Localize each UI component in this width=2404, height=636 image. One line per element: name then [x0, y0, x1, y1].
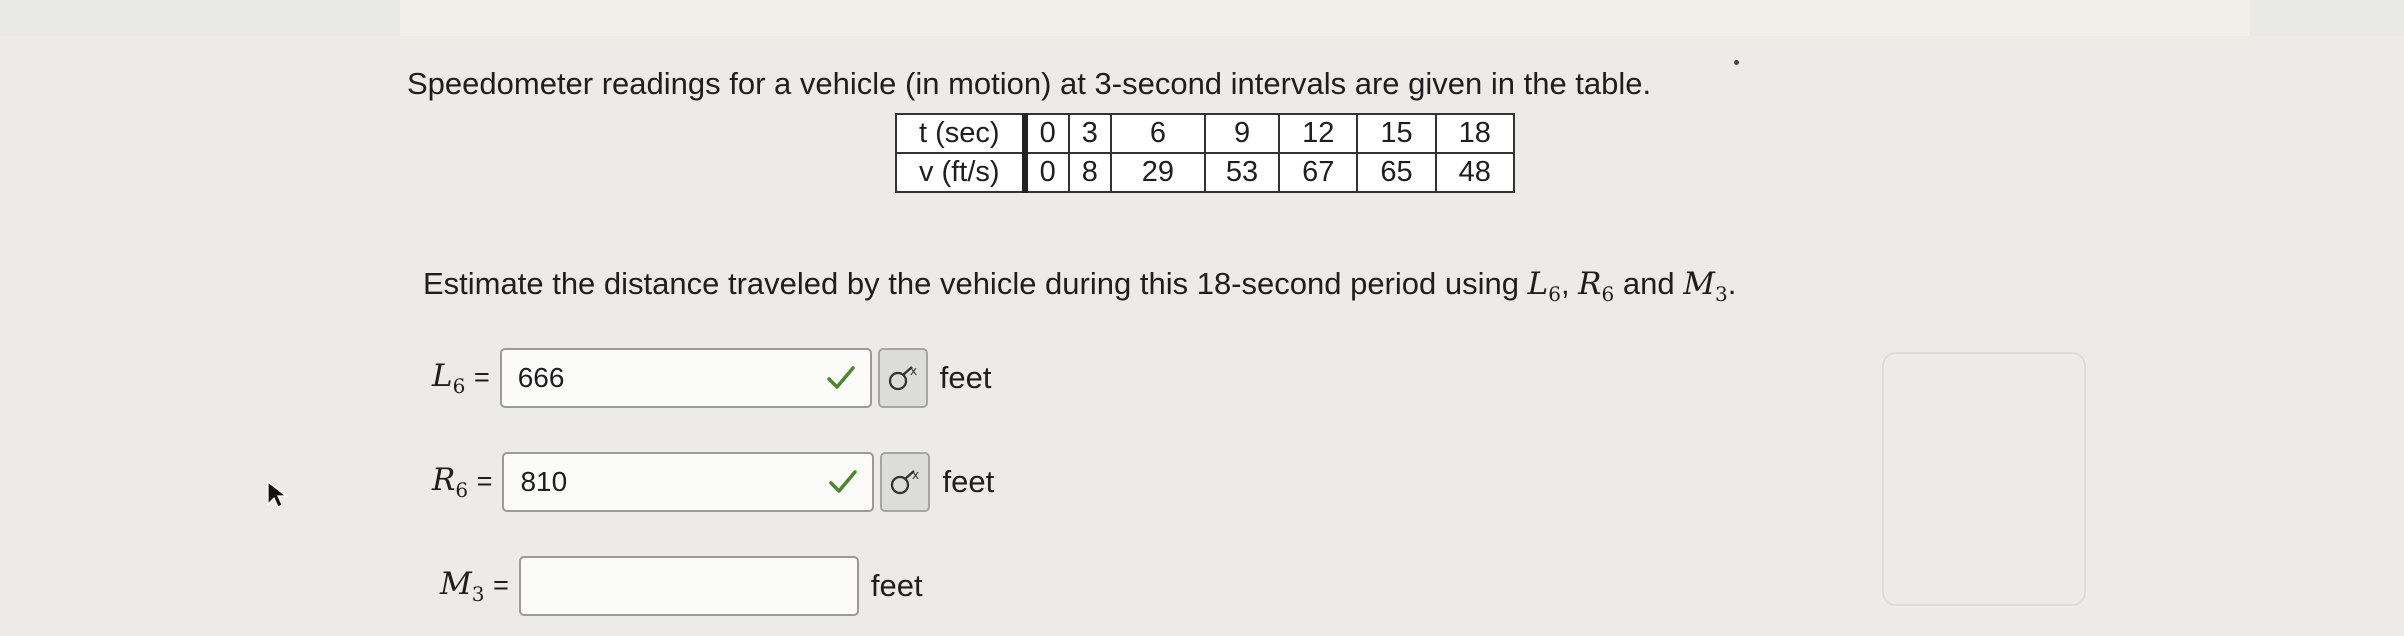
speed-table: t (sec) 0 3 6 9 12 15 18 v (ft/s) 0 8 29… — [895, 113, 1515, 193]
t-header: t (sec) — [895, 113, 1028, 154]
stray-dot — [1734, 60, 1739, 65]
v-cell: 48 — [1434, 152, 1515, 193]
answer-row-M3: M3 = feet — [440, 556, 923, 616]
t-cell: 0 — [1023, 113, 1070, 154]
answer-row-L6: L6 = 666 x feet — [432, 348, 991, 408]
check-icon — [829, 470, 858, 493]
answer-value-L6: 666 — [517, 362, 565, 393]
math-M3: M3 — [1683, 266, 1728, 307]
table-row: t (sec) 0 3 6 9 12 15 18 — [895, 113, 1515, 154]
question-prompt: Speedometer readings for a vehicle (in m… — [407, 66, 1652, 101]
table-row: v (ft/s) 0 8 29 53 67 65 48 — [895, 152, 1515, 193]
t-cell: 9 — [1203, 113, 1281, 154]
top-strip — [400, 0, 2250, 36]
t-cell: 12 — [1278, 113, 1359, 154]
math-keypad-icon: x — [891, 468, 920, 495]
v-cell: 65 — [1356, 152, 1437, 193]
v-header: v (ft/s) — [895, 152, 1028, 193]
estimate-and: and — [1622, 266, 1675, 301]
answer-label-M3: M3 = — [440, 565, 509, 607]
t-cell: 3 — [1067, 113, 1112, 154]
answer-unit-M3: feet — [870, 568, 923, 603]
estimate-text: Estimate the distance traveled by the ve… — [423, 266, 1519, 301]
t-cell: 15 — [1356, 113, 1437, 154]
estimate-instruction: Estimate the distance traveled by the ve… — [423, 266, 1737, 307]
mouse-pointer-icon — [267, 480, 288, 508]
v-cell: 8 — [1067, 152, 1112, 193]
t-cell: 6 — [1109, 113, 1206, 154]
svg-text:x: x — [912, 468, 919, 482]
v-cell: 67 — [1278, 152, 1359, 193]
math-keypad-button-R6[interactable]: x — [880, 452, 931, 512]
math-L6: L6 — [1527, 266, 1561, 307]
v-cell: 53 — [1203, 152, 1281, 193]
answer-row-R6: R6 = 810 x feet — [432, 452, 994, 512]
math-keypad-button-L6[interactable]: x — [877, 348, 928, 408]
svg-text:x: x — [910, 364, 917, 378]
answer-unit-L6: feet — [939, 360, 992, 395]
t-cell: 18 — [1434, 113, 1515, 154]
answer-label-R6: R6 = — [432, 461, 493, 503]
math-R6: R6 — [1578, 266, 1615, 307]
v-cell: 0 — [1023, 152, 1070, 193]
answer-input-M3[interactable] — [518, 556, 859, 616]
answer-input-R6[interactable]: 810 — [502, 452, 875, 512]
answer-unit-R6: feet — [942, 464, 995, 499]
v-cell: 29 — [1109, 152, 1206, 193]
answer-label-L6: L6 = — [432, 357, 490, 399]
faint-frame — [1882, 352, 2086, 606]
check-icon — [826, 366, 855, 389]
math-keypad-icon: x — [888, 364, 917, 391]
answer-value-R6: 810 — [520, 466, 568, 497]
answer-input-L6[interactable]: 666 — [499, 348, 872, 408]
